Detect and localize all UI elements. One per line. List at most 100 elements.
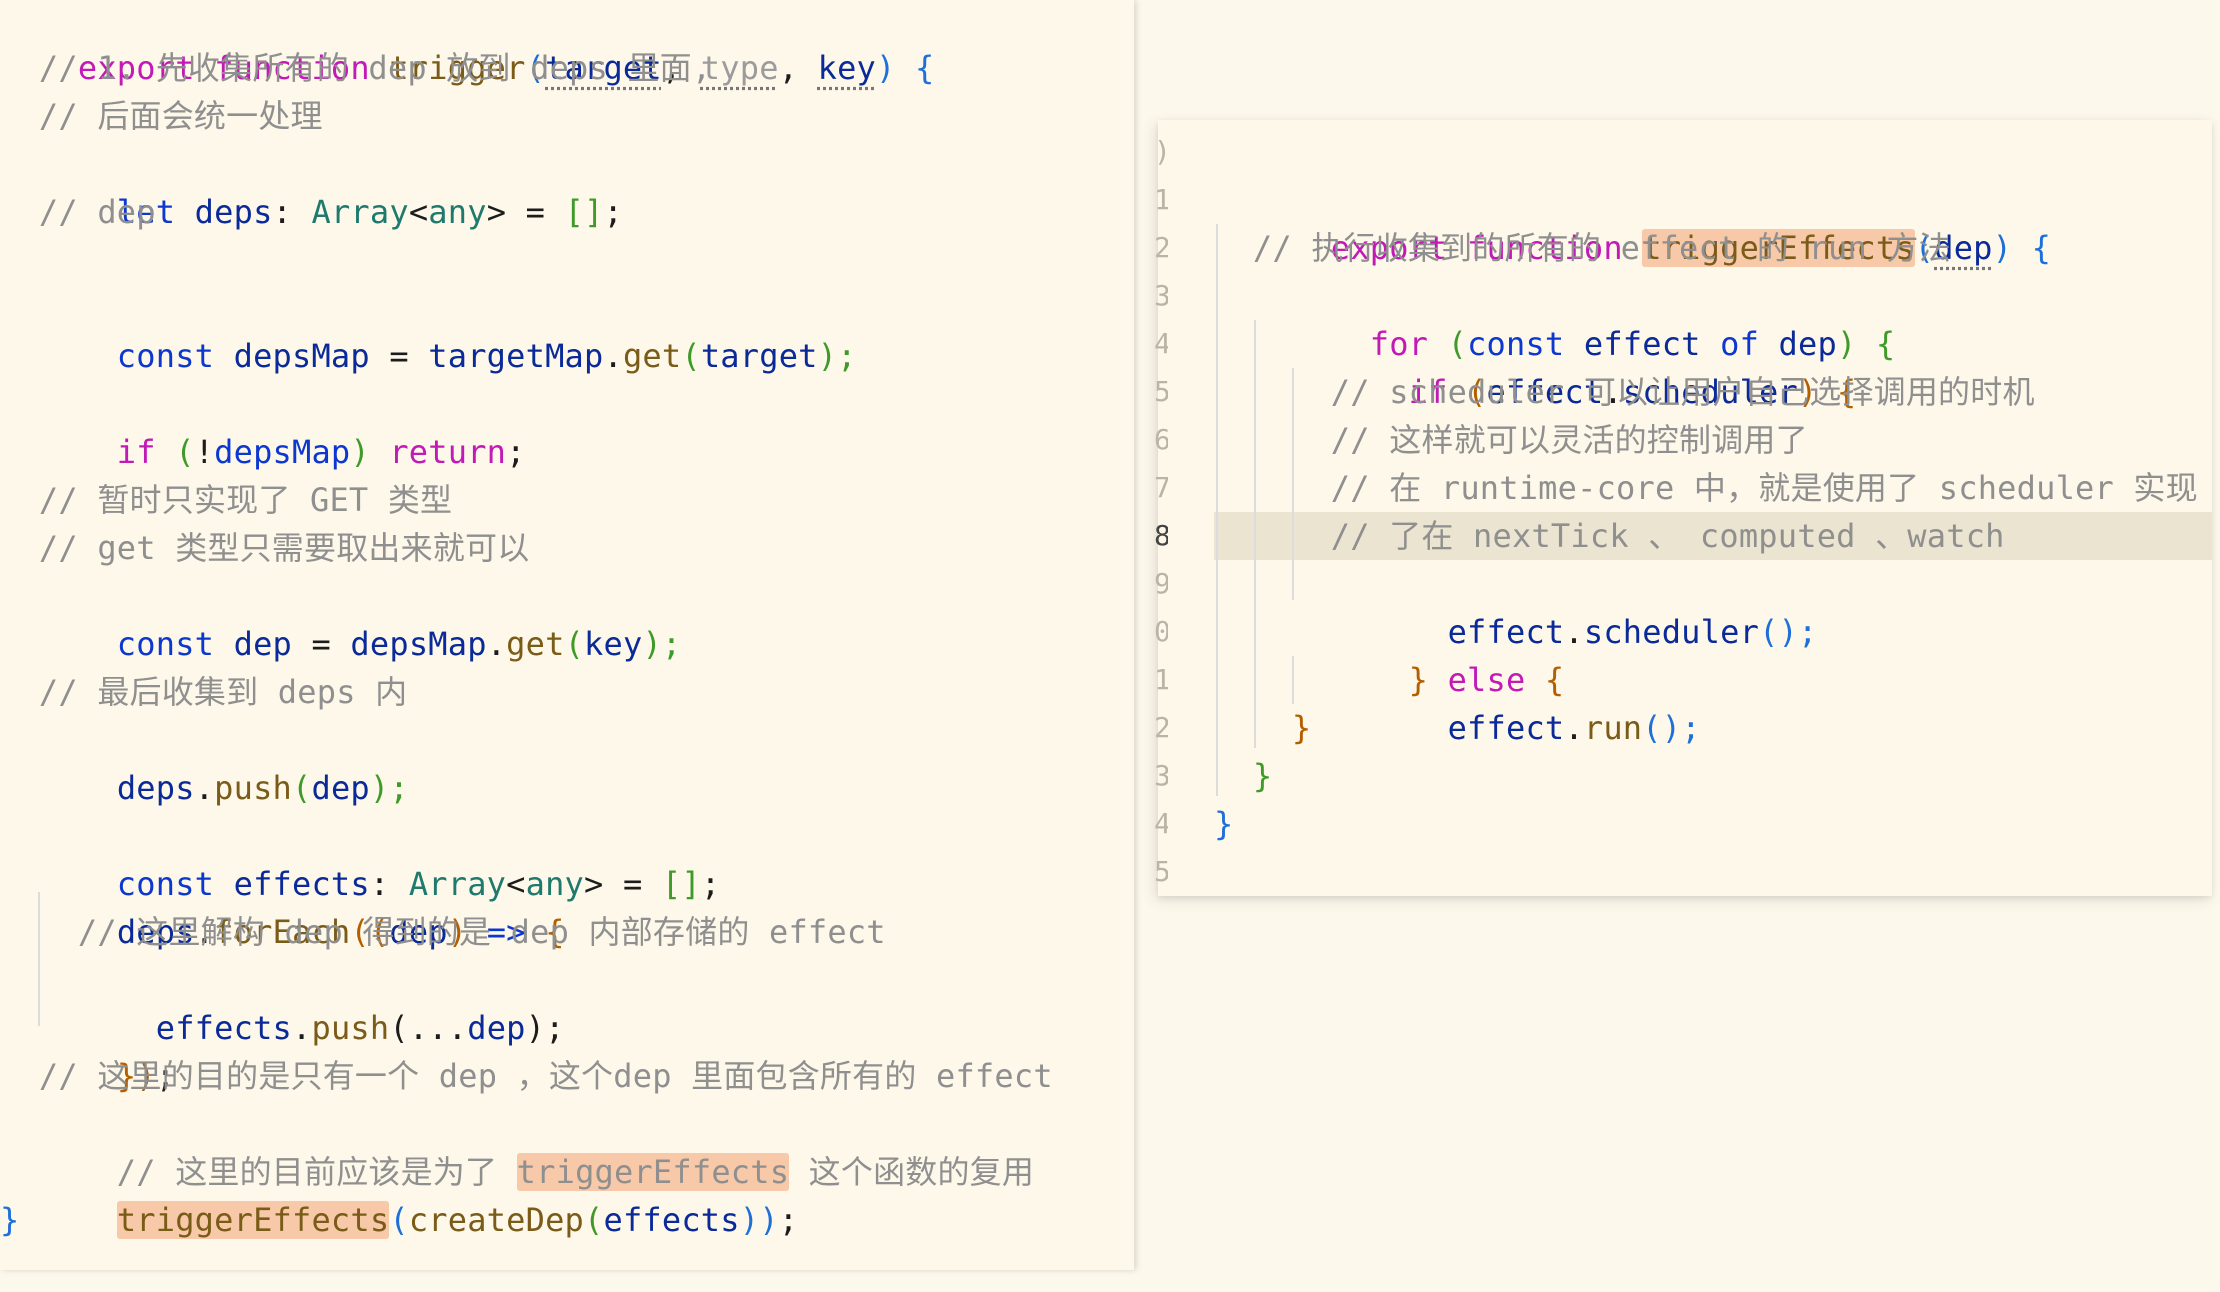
code-token: =	[369, 337, 429, 375]
code-token: effect	[1447, 709, 1565, 747]
search-highlight: triggerEffects	[116, 1201, 390, 1239]
code-token: deps	[194, 193, 273, 231]
code-token: dep	[467, 1009, 526, 1047]
code-token: .	[603, 337, 623, 375]
code-token: (...	[389, 1009, 468, 1047]
code-line: const depsMap = targetMap.get(target);	[0, 284, 857, 375]
line-number: )	[1154, 128, 1168, 176]
code-token: []	[661, 865, 701, 903]
line-number: 1	[1154, 183, 1168, 216]
code-token: );	[369, 769, 409, 807]
code-line: // 1. 先收集所有的 dep 放到 deps 里面,	[0, 49, 712, 87]
code-token: .	[486, 625, 507, 663]
code-token: )	[350, 433, 390, 471]
line-number: 4	[1154, 327, 1168, 360]
code-line: for (const effect of dep) {	[1214, 272, 1895, 363]
code-line: // 这样就可以灵活的控制调用了	[1214, 421, 1808, 459]
code-token: dep	[233, 625, 293, 663]
code-token: > =	[486, 193, 565, 231]
code-token: any	[428, 193, 487, 231]
code-token: );	[642, 625, 682, 663]
code-token: .	[1564, 613, 1584, 651]
code-token: push	[214, 769, 293, 807]
code-token: ();	[1759, 613, 1818, 651]
code-token: ;	[778, 1201, 799, 1239]
line-number: 3	[1154, 279, 1168, 312]
code-line: }	[1214, 805, 1234, 843]
code-token: createDep	[408, 1201, 585, 1239]
line-number: 9	[1154, 567, 1168, 600]
left-code-pane: export function trigger(target, type, ke…	[0, 0, 1134, 1270]
code-line: effect.scheduler();	[1214, 560, 1818, 651]
code-line: triggerEffects(createDep(effects));	[0, 1148, 798, 1239]
code-token: ();	[1642, 709, 1701, 747]
code-area: export function triggerEffects(dep) { //…	[1214, 120, 2212, 896]
code-line: // 了在 nextTick 、 computed 、watch	[1214, 517, 2005, 555]
code-token: dep	[311, 769, 370, 807]
code-token: !	[194, 433, 215, 471]
code-token: target	[700, 337, 818, 375]
code-token: return	[389, 433, 507, 471]
code-token: const	[77, 625, 234, 663]
code-line: // get 类型只需要取出来就可以	[0, 529, 530, 567]
code-line: });	[0, 1004, 175, 1095]
code-token: type	[700, 49, 779, 87]
code-line: // 这里的目前应该是为了 triggerEffects 这个函数的复用	[0, 1100, 1034, 1191]
code-token: depsMap	[350, 625, 487, 663]
code-token: (	[564, 625, 585, 663]
code-token: (	[389, 1201, 409, 1239]
code-token: deps	[116, 769, 195, 807]
code-line: if (!depsMap) return;	[0, 380, 526, 471]
line-number: 6	[1154, 423, 1168, 456]
code-token: targetMap	[428, 337, 604, 375]
line-number: 7	[1154, 471, 1168, 504]
code-line: const dep = depsMap.get(key);	[0, 572, 681, 663]
code-token: key	[817, 49, 877, 87]
line-number: 5	[1154, 855, 1168, 888]
code-token: =	[292, 625, 351, 663]
code-token: > =	[584, 865, 662, 903]
code-line: effect.run();	[1214, 656, 1701, 747]
code-line: }	[0, 1201, 20, 1239]
code-token: );	[525, 1009, 565, 1047]
code-token: key	[584, 625, 643, 663]
code-token: depsMap	[214, 433, 351, 471]
code-token: :	[272, 193, 312, 231]
code-line: deps.forEach((dep) => {	[0, 860, 565, 951]
code-token: scheduler	[1583, 613, 1760, 651]
code-line: // 最后收集到 deps 内	[0, 673, 408, 711]
code-token: ,	[778, 49, 818, 87]
code-token: effects	[155, 1009, 293, 1047]
code-line: export function triggerEffects(dep) {	[1214, 176, 2051, 267]
code-line: // dep	[0, 193, 156, 231]
line-number: 5	[1154, 375, 1168, 408]
code-line: // 在 runtime-core 中，就是使用了 scheduler 实现	[1214, 469, 2198, 507]
code-line: // 这里的目的是只有一个 dep ，这个dep 里面包含所有的 effect	[0, 1057, 1053, 1095]
code-token: get	[506, 625, 565, 663]
code-token: ) {	[1992, 229, 2052, 267]
code-token: ) {	[876, 49, 935, 87]
code-token: (	[175, 433, 195, 471]
code-token: ;	[603, 193, 623, 231]
code-token: .	[1564, 709, 1584, 747]
code-line: const effects: Array<any> = [];	[0, 812, 720, 903]
code-token: );	[817, 337, 857, 375]
code-token: .	[292, 1009, 312, 1047]
line-number: 1	[1154, 663, 1168, 696]
code-line: if (effect.scheduler) {	[1214, 320, 1857, 411]
code-token: const	[77, 337, 234, 375]
line-number: 2	[1154, 231, 1168, 264]
right-code-pane: ) 1 2 3 4 5 6 7 8 9 0 1 2 3 4 5 export f…	[1154, 120, 2212, 896]
code-line: // 后面会统一处理	[0, 97, 323, 135]
code-token: get	[622, 337, 682, 375]
code-line: export function trigger(target, type, ke…	[0, 0, 934, 87]
line-number: 8	[1154, 519, 1168, 552]
code-line: let deps: Array<any> = [];	[0, 140, 623, 231]
code-token: run	[1583, 709, 1643, 747]
code-token: depsMap	[233, 337, 370, 375]
code-token: ;	[700, 865, 721, 903]
line-number: 0	[1154, 615, 1168, 648]
